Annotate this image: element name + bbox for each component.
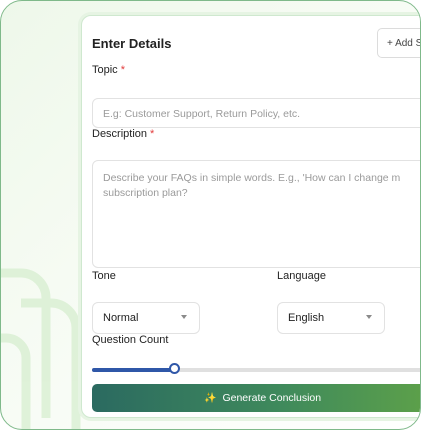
tone-select[interactable]: Normal <box>92 302 200 334</box>
description-label-text: Description <box>92 128 148 140</box>
slider-fill <box>92 368 174 372</box>
tone-selected-value: Normal <box>103 312 139 324</box>
topic-label-text: Topic <box>92 64 118 76</box>
language-label: Language <box>277 270 326 282</box>
topic-required-marker: * <box>120 64 125 76</box>
description-textarea[interactable]: Describe your FAQs in simple words. E.g.… <box>92 160 420 268</box>
description-label: Description * <box>92 128 154 140</box>
topic-label: Topic * <box>92 64 125 76</box>
card-title: Enter Details <box>92 36 172 51</box>
decorative-pattern <box>1 268 81 429</box>
generate-button-content: ✨ Generate Conclusion <box>204 392 321 404</box>
language-selected-value: English <box>288 312 325 324</box>
topic-input[interactable]: E.g: Customer Support, Return Policy, et… <box>92 98 420 128</box>
app-frame: Enter Details + Add S Topic * E.g: Custom… <box>0 0 421 430</box>
description-required-marker: * <box>150 128 155 140</box>
question-count-label: Question Count <box>92 334 169 346</box>
tone-label: Tone <box>92 270 116 282</box>
generate-button-label: Generate Conclusion <box>222 392 322 404</box>
chevron-down-icon <box>366 315 372 319</box>
question-count-slider[interactable] <box>92 363 420 374</box>
details-card: Enter Details + Add S Topic * E.g: Custom… <box>81 15 420 418</box>
add-button[interactable]: + Add S <box>377 28 420 58</box>
generate-conclusion-button[interactable]: ✨ Generate Conclusion <box>92 384 420 412</box>
magic-wand-icon: ✨ <box>204 393 217 404</box>
slider-thumb[interactable] <box>168 363 180 374</box>
language-select[interactable]: English <box>277 302 385 334</box>
chevron-down-icon <box>181 315 187 319</box>
